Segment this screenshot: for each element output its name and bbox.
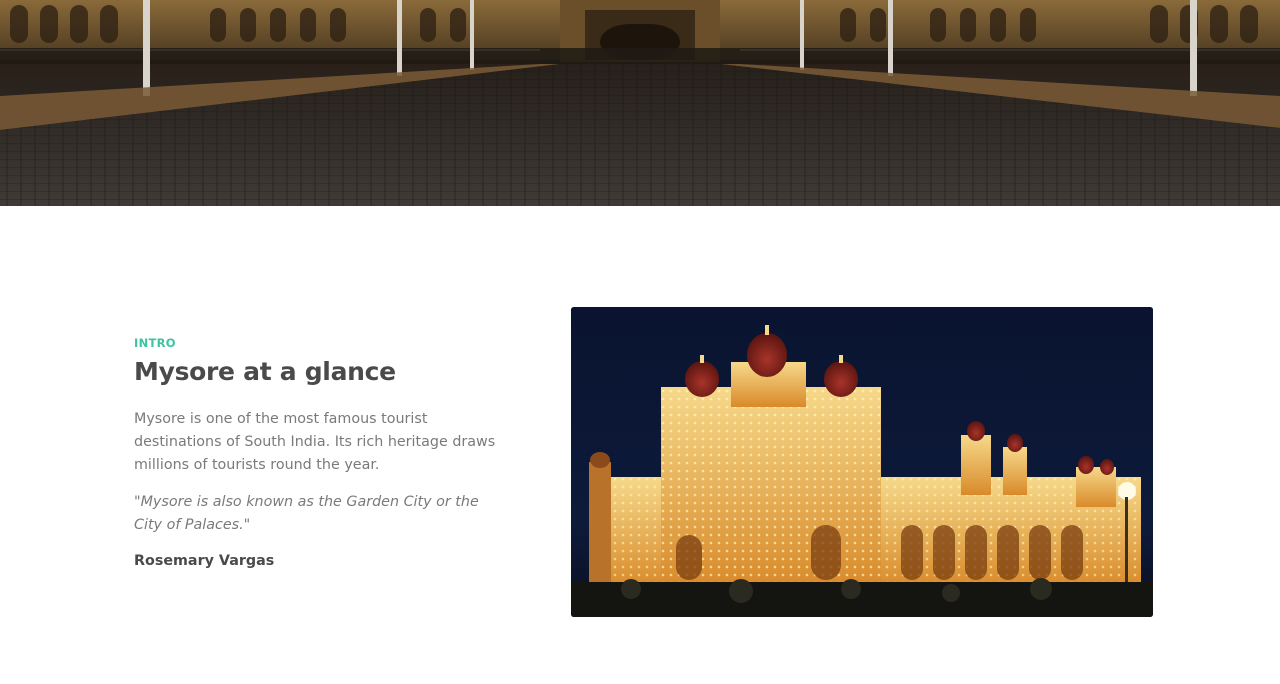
quote-author: Rosemary Vargas bbox=[134, 553, 275, 569]
palace-courtyard-illustration bbox=[0, 0, 1280, 206]
intro-paragraph: Mysore is one of the most famous tourist… bbox=[134, 411, 496, 473]
intro-quote: "Mysore is also known as the Garden City… bbox=[134, 494, 479, 533]
intro-text-column: INTRO Mysore at a glance Mysore is one o… bbox=[134, 336, 504, 571]
illuminated-palace-illustration bbox=[571, 307, 1153, 617]
section-title: Mysore at a glance bbox=[134, 357, 396, 386]
hero-banner-image bbox=[0, 0, 1280, 206]
section-eyebrow: INTRO bbox=[134, 336, 176, 350]
mysore-palace-photo bbox=[571, 307, 1153, 617]
intro-section: INTRO Mysore at a glance Mysore is one o… bbox=[0, 206, 1280, 684]
